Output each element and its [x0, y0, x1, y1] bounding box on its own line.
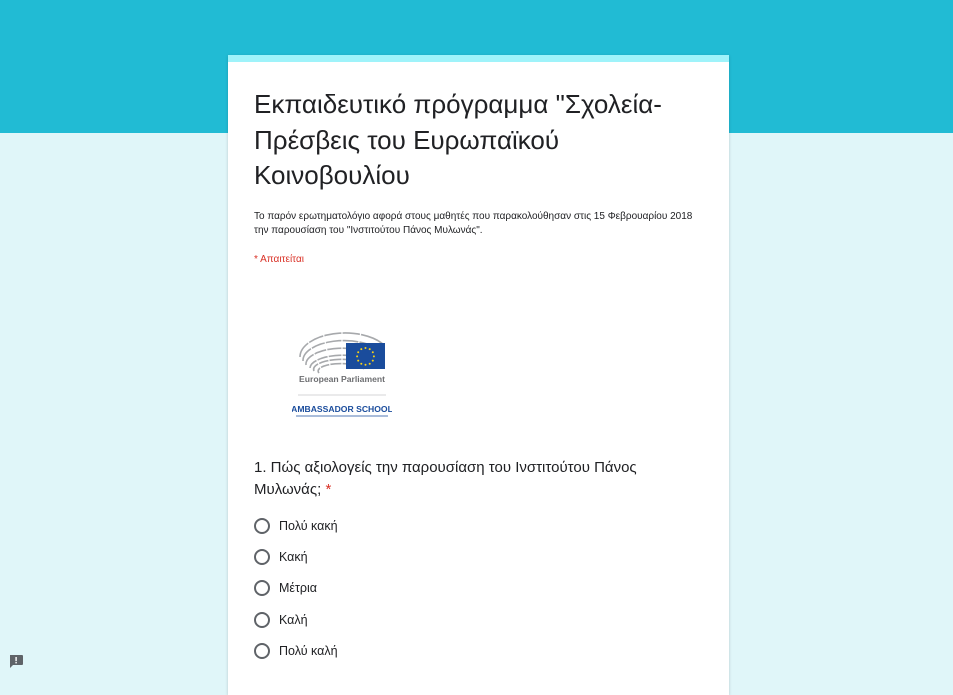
radio-button[interactable] [254, 643, 270, 660]
report-feedback-icon[interactable] [8, 654, 24, 669]
option-label: Πολύ κακή [279, 518, 338, 533]
card-accent-bar [228, 55, 729, 62]
radio-button[interactable] [254, 580, 270, 597]
option-label: Καλή [279, 612, 308, 627]
option-very-bad[interactable]: Πολύ κακή [254, 510, 554, 541]
european-parliament-logo-graphic: European Parliament AMBASSADOR SCHOOL [291, 323, 393, 417]
form-description: Το παρόν ερωτηματολόγιο αφορά στους μαθη… [254, 211, 693, 236]
radio-button[interactable] [254, 611, 270, 628]
option-very-good[interactable]: Πολύ καλή [254, 636, 554, 667]
option-label: Μέτρια [279, 581, 318, 596]
logo-line-1: European Parliament [299, 374, 385, 384]
option-label: Κακή [279, 550, 308, 565]
question-text: 1. Πώς αξιολογείς την παρουσίαση του Ινσ… [254, 459, 637, 498]
form-card: Εκπαιδευτικό πρόγραμμα "Σχολεία-Πρέσβεις… [228, 55, 729, 695]
logo-line-2: AMBASSADOR SCHOOL [292, 404, 392, 414]
answer-options: Πολύ κακή Κακή Μέτρια Καλή Πολύ καλή [254, 510, 554, 667]
required-note: * Απαιτείται [254, 254, 304, 265]
radio-button[interactable] [254, 517, 270, 534]
question-title: 1. Πώς αξιολογείς την παρουσίαση του Ινσ… [254, 457, 694, 500]
option-average[interactable]: Μέτρια [254, 573, 554, 604]
radio-button[interactable] [254, 549, 270, 566]
required-marker: * [325, 480, 332, 498]
form-title: Εκπαιδευτικό πρόγραμμα "Σχολεία-Πρέσβεις… [254, 89, 662, 190]
european-parliament-logo: European Parliament AMBASSADOR SCHOOL [291, 319, 393, 419]
option-bad[interactable]: Κακή [254, 541, 554, 572]
option-label: Πολύ καλή [279, 644, 338, 659]
option-good[interactable]: Καλή [254, 604, 554, 635]
